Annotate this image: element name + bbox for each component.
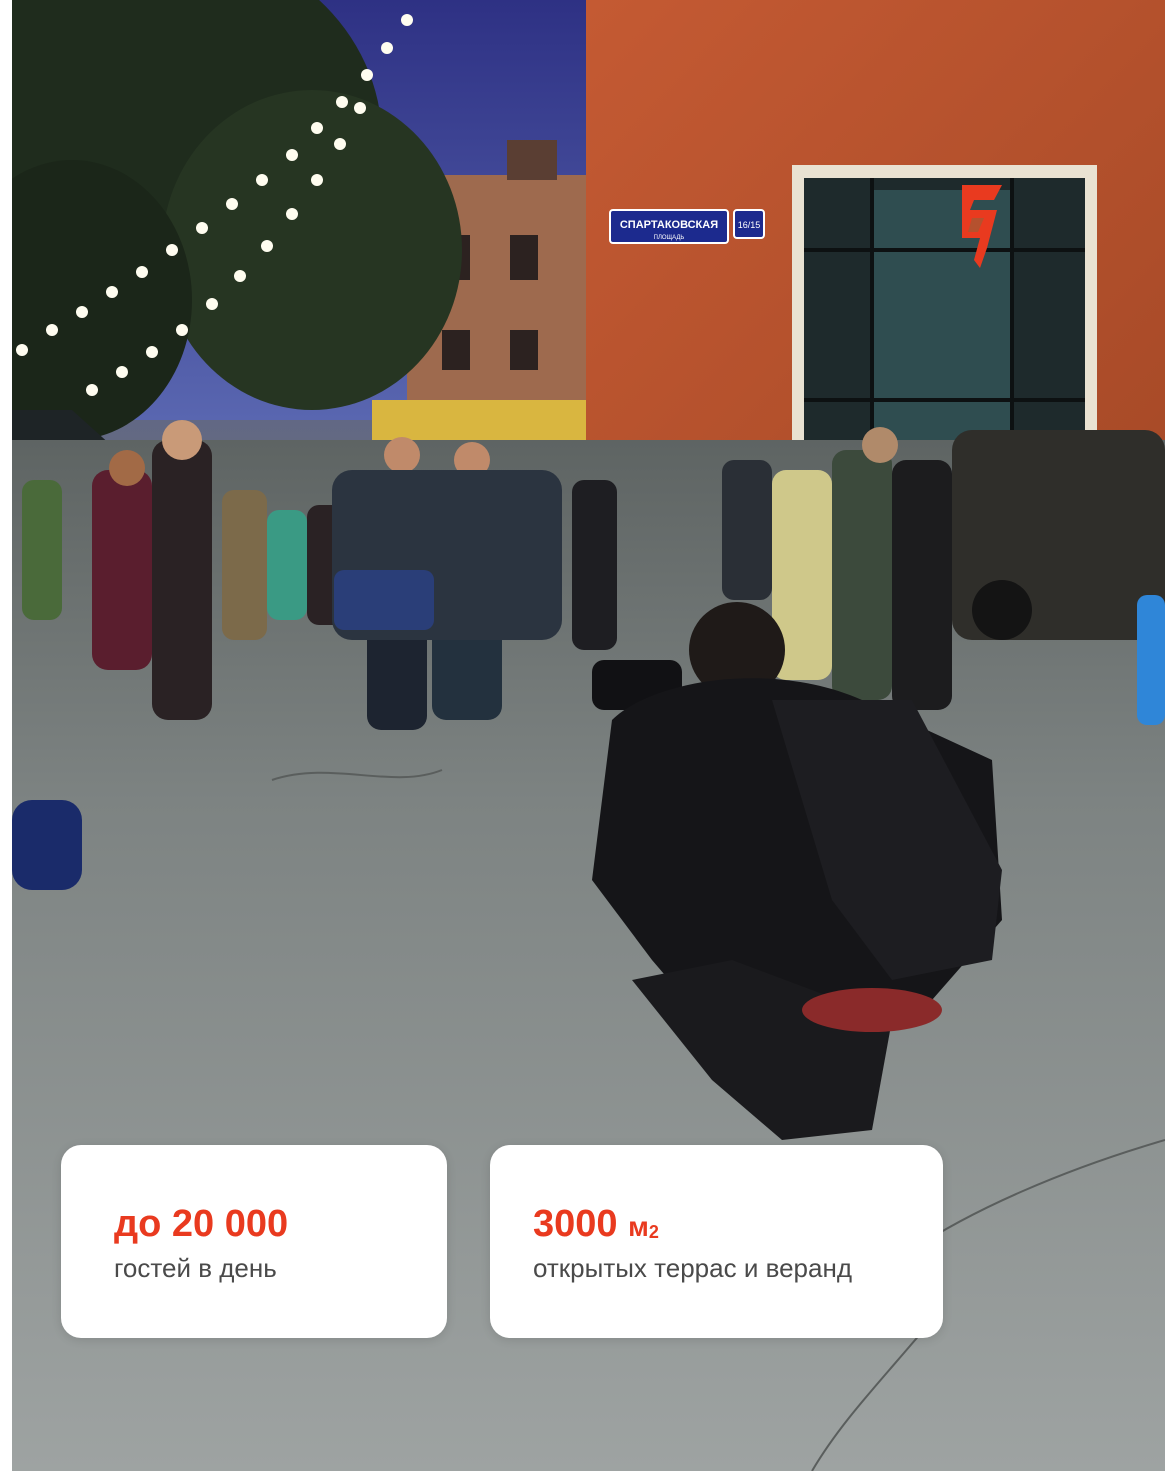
svg-text:16/15: 16/15 — [738, 220, 761, 230]
svg-text:ПЛОЩАДЬ: ПЛОЩАДЬ — [654, 235, 685, 241]
stat-card-terraces: 3000 м2 открытых террас и веранд — [490, 1145, 943, 1338]
stat-unit-superscript: 2 — [648, 1222, 659, 1242]
stat-unit: м — [628, 1211, 649, 1242]
stat-card-guests: до 20 000 гостей в день — [61, 1145, 447, 1338]
svg-text:СПАРТАКОВСКАЯ: СПАРТАКОВСКАЯ — [620, 219, 718, 231]
stat-value: 3000 м2 — [533, 1203, 659, 1245]
stat-label: открытых террас и веранд — [533, 1253, 852, 1283]
stat-value: до 20 000 — [114, 1203, 289, 1245]
stat-label: гостей в день — [114, 1253, 277, 1283]
page: СПАРТАКОВСКАЯ ПЛОЩАДЬ 16/15 до 20 000 го… — [0, 0, 1165, 1471]
street-sign: СПАРТАКОВСКАЯ ПЛОЩАДЬ 16/15 — [609, 209, 765, 244]
